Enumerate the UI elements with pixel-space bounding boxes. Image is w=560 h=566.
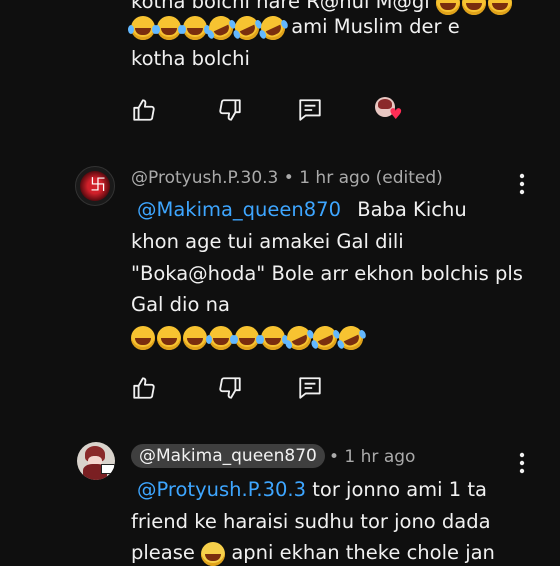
more-vertical-icon[interactable] [519,173,525,195]
joy-emoji-icon [258,325,285,350]
mention-link[interactable]: @Protyush.P.30.3 [137,478,306,501]
avatar[interactable] [77,442,115,480]
like-button[interactable] [131,375,157,401]
creator-heart-badge[interactable]: ♥ [375,97,405,125]
comment-timestamp: • 1 hr ago (edited) [283,168,443,188]
rofl-emoji-icon [309,321,341,354]
comment-text-line: ami Muslim der e [128,11,460,44]
thumbs-up-icon [133,377,155,399]
dislike-button[interactable] [217,97,243,123]
grin-emoji-icon [435,0,460,15]
rofl-emoji-icon [283,321,315,354]
mention-link[interactable]: @Makima_queen870 [137,198,341,221]
more-vertical-icon[interactable] [519,452,525,474]
avatar[interactable]: 卐 [75,166,115,206]
comment-text-line: khon age tui amakei Gal dili [131,230,404,253]
comment-text-line: please apni ekhan theke chole jan [131,541,495,566]
rofl-emoji-icon [231,11,263,44]
joy-emoji-icon [128,15,155,40]
rofl-emoji-icon [335,321,367,354]
dislike-button[interactable] [217,375,243,401]
emoji-line [131,321,367,354]
comment-timestamp: • 1 hr ago [329,447,416,467]
grin-emoji-icon [461,0,486,15]
reply-button[interactable] [297,375,323,401]
pleading-emoji-icon [201,541,226,566]
emoji-group [201,541,226,566]
like-button[interactable] [131,97,157,123]
comment-text-line: Gal dio na [131,293,230,316]
thumbs-up-icon [133,99,155,121]
reply-comment-icon [299,377,321,399]
rofl-emoji-icon [205,11,237,44]
author-chip[interactable]: @Makima_queen870 [131,444,325,468]
creator-heart-icon: ♥ [389,105,403,123]
thumbs-down-icon [219,99,241,121]
joy-emoji-icon [180,15,207,40]
emoji-group [128,11,289,44]
comment-text-line: "Boka@hoda" Bole arr ekhon bolchis pls [131,262,523,285]
comment-text-line: friend ke haraisi sudhu tor jono dada [131,510,491,533]
comment-text-line: @Makima_queen870 Baba Kichu [137,198,467,221]
joy-emoji-icon [232,325,259,350]
emoji-group [435,0,512,15]
comment-text-line: kotha bolchi [131,47,250,70]
reply-comment-icon [299,99,321,121]
comment-header: @Protyush.P.30.3 • 1 hr ago (edited) [131,168,443,188]
joy-emoji-icon [206,325,233,350]
comment-text-line: kotha bolchi hare R@hul M@gi [131,0,512,15]
comment-author: @Makima_queen870 [139,446,317,466]
swastika-symbol-icon: 卐 [90,175,107,194]
comment-author[interactable]: @Protyush.P.30.3 [131,168,278,188]
grin-emoji-icon [487,0,512,15]
rofl-emoji-icon [257,11,289,44]
reply-button[interactable] [297,97,323,123]
joy-emoji-icon [154,15,181,40]
laughing-emoji-icon [131,325,155,350]
laughing-emoji-icon [157,325,181,350]
emoji-group [131,321,367,354]
thumbs-down-icon [219,377,241,399]
laughing-emoji-icon [183,325,207,350]
comment-text-line: @Protyush.P.30.3 tor jonno ami 1 ta [137,478,487,501]
